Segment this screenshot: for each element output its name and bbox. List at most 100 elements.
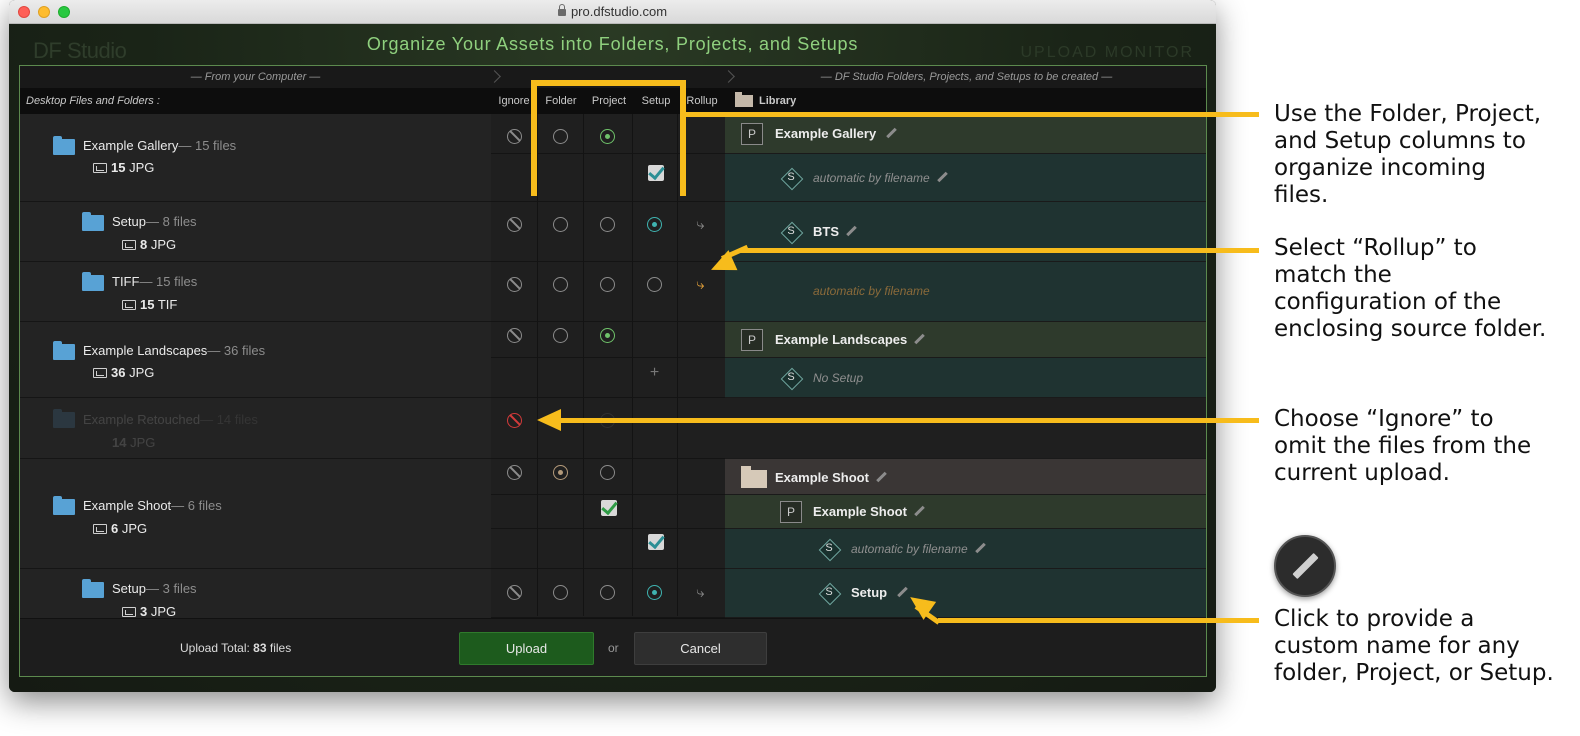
list-item[interactable]: Setup— 8 files 8 JPG <box>20 202 491 262</box>
address-bar[interactable]: pro.dfstudio.com <box>9 4 1216 19</box>
list-item[interactable]: Example Gallery— 15 files 15 JPG <box>20 114 491 202</box>
add-setup-icon[interactable]: + <box>647 365 662 381</box>
folder-radio[interactable] <box>553 277 568 292</box>
rollup-icon[interactable]: ⤷ <box>693 585 708 600</box>
library-header: Library <box>725 88 1206 114</box>
file-type-ext: JPG <box>150 604 177 619</box>
control-row <box>491 398 725 459</box>
left-subheader: Desktop Files and Folders : <box>20 88 491 114</box>
folder-name: Example Shoot— 6 files <box>83 498 222 513</box>
setup-radio[interactable] <box>647 277 662 292</box>
project-name: Example Shoot <box>813 504 907 519</box>
or-label: or <box>608 641 619 655</box>
empty-row <box>725 398 1206 459</box>
chevron-right-icon <box>724 66 734 88</box>
pencil-icon[interactable] <box>875 472 887 484</box>
highlight-box <box>531 80 686 196</box>
setup-badge-letter: S <box>787 171 795 183</box>
file-type-ext: JPG <box>129 365 155 380</box>
pencil-icon[interactable] <box>896 587 908 599</box>
file-type-count: 3 <box>140 604 148 619</box>
ignore-toggle[interactable] <box>507 585 522 600</box>
file-type-count: 8 <box>140 237 148 252</box>
project-radio[interactable] <box>600 585 615 600</box>
list-item[interactable]: Example Shoot— 6 files 6 JPG <box>20 459 491 569</box>
folder-name-text: Setup <box>112 214 146 229</box>
folder-radio[interactable] <box>553 217 568 232</box>
ignore-toggle[interactable] <box>507 465 522 480</box>
setup-name: BTS <box>813 224 839 239</box>
setup-radio[interactable] <box>647 585 662 600</box>
pencil-icon[interactable] <box>936 172 948 184</box>
folder-icon <box>82 212 104 231</box>
arrow-head <box>537 409 561 431</box>
file-type-count: 15 <box>140 297 155 312</box>
project-radio[interactable] <box>600 465 615 480</box>
project-radio[interactable] <box>600 328 615 343</box>
folder-radio[interactable] <box>553 328 568 343</box>
folder-name: TIFF— 15 files <box>112 274 197 289</box>
pencil-icon <box>1274 535 1336 597</box>
file-type-ext: TIF <box>157 297 178 312</box>
pencil-icon[interactable] <box>845 226 857 238</box>
folder-icon <box>741 466 767 488</box>
setup-name: automatic by filename <box>813 171 930 185</box>
file-type: 8 JPG <box>122 237 176 252</box>
column-ignore: Ignore <box>498 95 530 107</box>
project-radio[interactable] <box>600 277 615 292</box>
project-radio[interactable] <box>600 217 615 232</box>
cancel-button[interactable]: Cancel <box>634 632 767 665</box>
stage: pro.dfstudio.com DF Studio UPLOAD MONITO… <box>0 0 1580 736</box>
pencil-icon[interactable] <box>885 128 897 140</box>
upload-total-count: 83 <box>253 641 267 655</box>
image-icon <box>93 163 107 173</box>
ignore-toggle-active[interactable] <box>507 413 522 428</box>
pencil-icon[interactable] <box>913 506 925 518</box>
image-icon <box>93 524 107 534</box>
setup-radio[interactable] <box>647 217 662 232</box>
upload-total-unit: files <box>269 641 292 655</box>
image-icon <box>93 368 107 378</box>
setup-badge: S <box>819 583 839 603</box>
file-type: 15 JPG <box>93 160 154 175</box>
pencil-icon[interactable] <box>913 334 925 346</box>
project-name: Example Landscapes <box>775 332 908 347</box>
folder-radio[interactable] <box>553 585 568 600</box>
folder-name: Setup— 8 files <box>112 214 197 229</box>
pencil-icon[interactable] <box>974 543 986 555</box>
folder-radio[interactable] <box>553 465 568 480</box>
file-type-count: 6 <box>111 521 119 536</box>
annotation-rename: Click to provide a custom name for any f… <box>1274 606 1554 686</box>
left-header: — From your Computer — <box>20 66 491 88</box>
column-rollup: Rollup <box>686 95 718 107</box>
title-bar: pro.dfstudio.com <box>9 0 1216 24</box>
control-row <box>491 202 725 262</box>
setup-badge: S <box>781 368 801 388</box>
file-type: 14 JPG <box>112 435 155 450</box>
annotation-organize: Use the Folder, Project, and Setup colum… <box>1274 101 1542 208</box>
file-type-ext: JPG <box>130 435 156 450</box>
upload-button[interactable]: Upload <box>459 632 594 665</box>
file-type-count: 14 <box>112 435 127 450</box>
control-row <box>491 262 725 322</box>
project-checkbox[interactable] <box>601 500 617 516</box>
list-item[interactable]: Example Landscapes— 36 files 36 JPG <box>20 322 491 398</box>
rollup-icon[interactable]: ⤷ <box>693 277 708 292</box>
rollup-icon[interactable]: ⤷ <box>693 217 708 232</box>
folder-icon <box>53 496 75 515</box>
project-row: P Example Gallery <box>725 114 1206 154</box>
setup-checkbox[interactable] <box>648 534 664 550</box>
right-header: — DF Studio Folders, Projects, and Setup… <box>725 66 1206 88</box>
list-item[interactable]: Example Retouched— 14 files 14 JPG <box>20 398 491 459</box>
image-icon <box>122 300 136 310</box>
folder-name: Example Landscapes— 36 files <box>83 343 265 358</box>
folder-icon <box>53 136 75 155</box>
page-title: Organize Your Assets into Folders, Proje… <box>366 34 859 54</box>
ignore-toggle[interactable] <box>507 328 522 343</box>
list-item[interactable]: TIFF— 15 files 15 TIF <box>20 262 491 322</box>
ignore-toggle[interactable] <box>507 129 522 144</box>
ignore-toggle[interactable] <box>507 217 522 232</box>
folder-icon <box>53 409 75 428</box>
ignore-toggle[interactable] <box>507 277 522 292</box>
file-type-count: 15 <box>111 160 126 175</box>
